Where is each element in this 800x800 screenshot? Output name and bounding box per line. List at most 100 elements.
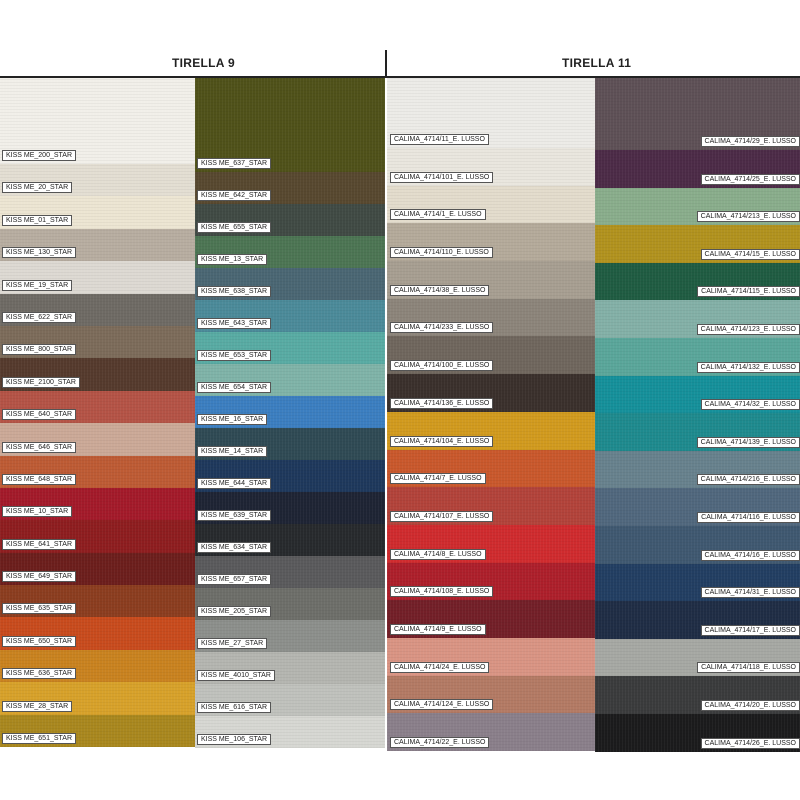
- swatch-code-label: CALIMA_4714/1_E. LUSSO: [390, 209, 486, 221]
- fabric-swatch: KISS ME_635_STAR: [0, 585, 195, 618]
- swatch-column-calima-2: CALIMA_4714/29_E. LUSSO CALIMA_4714/25_E.…: [595, 78, 800, 752]
- fabric-swatch: KISS ME_637_STAR: [195, 78, 385, 172]
- fabric-swatch: CALIMA_4714/101_E. LUSSO: [387, 148, 595, 186]
- swatch-code-label: KISS ME_636_STAR: [2, 668, 77, 680]
- fabric-swatch: CALIMA_4714/15_E. LUSSO: [595, 225, 800, 263]
- swatch-code-label: CALIMA_4714/15_E. LUSSO: [700, 248, 800, 260]
- swatch-code-label: KISS ME_800_STAR: [2, 344, 77, 356]
- swatch-code-label: KISS ME_648_STAR: [2, 473, 77, 485]
- swatch-code-label: KISS ME_646_STAR: [2, 441, 77, 453]
- fabric-swatch: CALIMA_4714/11_E. LUSSO: [387, 78, 595, 148]
- fabric-swatch: KISS ME_653_STAR: [195, 332, 385, 364]
- swatch-code-label: KISS ME_655_STAR: [197, 222, 272, 233]
- fabric-swatch: KISS ME_200_STAR: [0, 78, 195, 164]
- fabric-swatch: CALIMA_4714/124_E. LUSSO: [387, 675, 595, 714]
- fabric-swatch: KISS ME_643_STAR: [195, 300, 385, 332]
- swatch-code-label: CALIMA_4714/107_E. LUSSO: [390, 510, 494, 522]
- tirella-11-title: TIRELLA 11: [562, 56, 632, 70]
- fabric-swatch: KISS ME_650_STAR: [0, 617, 195, 650]
- fabric-swatch: CALIMA_4714/38_E. LUSSO: [387, 261, 595, 299]
- fabric-swatch: KISS ME_638_STAR: [195, 268, 385, 300]
- fabric-swatch: CALIMA_4714/22_E. LUSSO: [387, 713, 595, 751]
- swatch-code-label: CALIMA_4714/8_E. LUSSO: [390, 548, 486, 560]
- swatch-code-label: KISS ME_642_STAR: [197, 190, 272, 201]
- swatch-code-label: KISS ME_639_STAR: [197, 510, 272, 521]
- swatch-code-label: KISS ME_106_STAR: [197, 734, 272, 745]
- fabric-swatch: KISS ME_4010_STAR: [195, 652, 385, 684]
- swatch-code-label: KISS ME_19_STAR: [2, 279, 73, 291]
- swatch-code-label: CALIMA_4714/108_E. LUSSO: [390, 586, 494, 598]
- fabric-swatch: KISS ME_648_STAR: [0, 455, 195, 488]
- swatch-code-label: CALIMA_4714/233_E. LUSSO: [390, 322, 494, 334]
- fabric-swatch: CALIMA_4714/32_E. LUSSO: [595, 375, 800, 414]
- fabric-swatch: KISS ME_106_STAR: [195, 716, 385, 748]
- swatch-code-label: KISS ME_622_STAR: [2, 311, 77, 323]
- fabric-swatch: CALIMA_4714/29_E. LUSSO: [595, 78, 800, 150]
- fabric-swatch: CALIMA_4714/115_E. LUSSO: [595, 262, 800, 301]
- swatch-code-label: CALIMA_4714/132_E. LUSSO: [696, 361, 800, 373]
- fabric-swatch: KISS ME_28_STAR: [0, 682, 195, 715]
- swatch-code-label: KISS ME_654_STAR: [197, 382, 272, 393]
- fabric-swatch: KISS ME_20_STAR: [0, 164, 195, 197]
- fabric-swatch: CALIMA_4714/136_E. LUSSO: [387, 374, 595, 412]
- fabric-swatch: KISS ME_639_STAR: [195, 492, 385, 524]
- fabric-swatch: KISS ME_19_STAR: [0, 261, 195, 294]
- swatch-code-label: KISS ME_638_STAR: [197, 286, 272, 297]
- fabric-swatch: KISS ME_10_STAR: [0, 487, 195, 521]
- swatch-code-label: CALIMA_4714/38_E. LUSSO: [390, 284, 490, 296]
- fabric-swatch: CALIMA_4714/107_E. LUSSO: [387, 487, 595, 525]
- swatch-code-label: CALIMA_4714/32_E. LUSSO: [700, 399, 800, 411]
- fabric-swatch: KISS ME_14_STAR: [195, 428, 385, 460]
- swatch-code-label: KISS ME_640_STAR: [2, 409, 77, 421]
- swatch-code-label: CALIMA_4714/116_E. LUSSO: [697, 511, 800, 523]
- fabric-swatch: KISS ME_642_STAR: [195, 172, 385, 204]
- fabric-swatch: CALIMA_4714/26_E. LUSSO: [595, 713, 800, 752]
- tirella-9-title: TIRELLA 9: [172, 56, 235, 70]
- swatch-code-label: CALIMA_4714/136_E. LUSSO: [390, 397, 494, 409]
- fabric-swatch: KISS ME_634_STAR: [195, 524, 385, 556]
- swatch-code-label: CALIMA_4714/213_E. LUSSO: [696, 211, 800, 223]
- fabric-swatch: CALIMA_4714/216_E. LUSSO: [595, 450, 800, 489]
- swatch-code-label: CALIMA_4714/100_E. LUSSO: [390, 360, 494, 372]
- swatch-code-label: KISS ME_28_STAR: [2, 700, 73, 712]
- fabric-swatch: KISS ME_800_STAR: [0, 325, 195, 359]
- swatch-code-label: KISS ME_27_STAR: [197, 638, 268, 649]
- fabric-swatch: CALIMA_4714/24_E. LUSSO: [387, 637, 595, 676]
- swatch-code-label: CALIMA_4714/124_E. LUSSO: [390, 699, 494, 711]
- swatch-code-label: KISS ME_634_STAR: [197, 542, 272, 553]
- swatch-code-label: KISS ME_644_STAR: [197, 478, 272, 489]
- swatch-code-label: CALIMA_4714/16_E. LUSSO: [700, 549, 800, 561]
- swatch-code-label: CALIMA_4714/31_E. LUSSO: [700, 587, 800, 599]
- fabric-swatch: CALIMA_4714/1_E. LUSSO: [387, 185, 595, 224]
- swatch-code-label: KISS ME_635_STAR: [2, 603, 77, 615]
- fabric-swatch: KISS ME_657_STAR: [195, 556, 385, 588]
- fabric-swatch: KISS ME_655_STAR: [195, 204, 385, 236]
- swatch-code-label: CALIMA_4714/24_E. LUSSO: [390, 661, 490, 673]
- swatch-code-label: CALIMA_4714/7_E. LUSSO: [390, 473, 486, 485]
- swatch-code-label: KISS ME_651_STAR: [2, 733, 77, 745]
- swatch-code-label: KISS ME_16_STAR: [197, 414, 268, 425]
- fabric-swatch: CALIMA_4714/213_E. LUSSO: [595, 187, 800, 226]
- fabric-swatch: KISS ME_651_STAR: [0, 714, 195, 748]
- swatch-code-label: CALIMA_4714/17_E. LUSSO: [700, 624, 800, 636]
- fabric-swatch: KISS ME_644_STAR: [195, 460, 385, 492]
- fabric-swatch: KISS ME_130_STAR: [0, 228, 195, 262]
- fabric-swatch: KISS ME_636_STAR: [0, 649, 195, 683]
- fabric-swatch: KISS ME_622_STAR: [0, 293, 195, 326]
- swatch-code-label: KISS ME_657_STAR: [197, 574, 272, 585]
- swatch-code-label: CALIMA_4714/20_E. LUSSO: [700, 699, 800, 711]
- fabric-swatch: CALIMA_4714/8_E. LUSSO: [387, 524, 595, 563]
- swatch-code-label: CALIMA_4714/118_E. LUSSO: [697, 662, 800, 674]
- fabric-swatch: KISS ME_2100_STAR: [0, 358, 195, 391]
- swatch-code-label: KISS ME_650_STAR: [2, 635, 77, 647]
- swatch-code-label: KISS ME_200_STAR: [2, 150, 77, 161]
- fabric-swatch: CALIMA_4714/17_E. LUSSO: [595, 601, 800, 639]
- fabric-swatch: CALIMA_4714/31_E. LUSSO: [595, 563, 800, 602]
- fabric-swatch: CALIMA_4714/118_E. LUSSO: [595, 638, 800, 677]
- swatch-column-calima-1: CALIMA_4714/11_E. LUSSO CALIMA_4714/101_E…: [387, 78, 595, 751]
- fabric-swatch: KISS ME_641_STAR: [0, 520, 195, 553]
- swatch-code-label: CALIMA_4714/11_E. LUSSO: [390, 134, 489, 145]
- swatch-code-label: KISS ME_2100_STAR: [2, 376, 80, 388]
- fabric-swatch: KISS ME_646_STAR: [0, 423, 195, 456]
- fabric-swatch: KISS ME_01_STAR: [0, 196, 195, 229]
